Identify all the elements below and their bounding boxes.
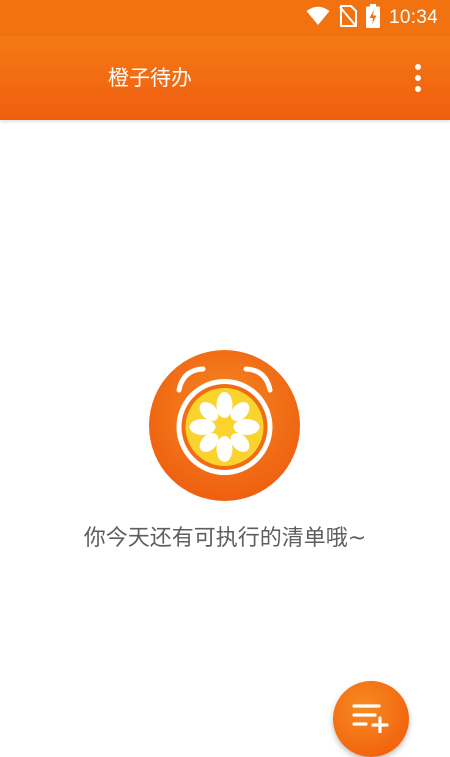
- app-bar: 橙子待办: [0, 36, 450, 120]
- more-vert-icon[interactable]: [398, 58, 438, 98]
- app-title: 橙子待办: [108, 66, 192, 90]
- status-icons: 10:34: [306, 0, 438, 36]
- no-sim-icon: [339, 5, 357, 31]
- orange-alarm-clock-logo: [149, 350, 300, 501]
- wifi-icon: [306, 6, 330, 30]
- add-list-icon: [351, 701, 391, 737]
- status-time: 10:34: [388, 7, 438, 28]
- add-list-button[interactable]: [333, 681, 409, 757]
- status-bar: 10:34: [0, 0, 450, 36]
- battery-charging-icon: [365, 4, 380, 32]
- empty-state-message: 你今天还有可执行的清单哦~: [83, 526, 367, 551]
